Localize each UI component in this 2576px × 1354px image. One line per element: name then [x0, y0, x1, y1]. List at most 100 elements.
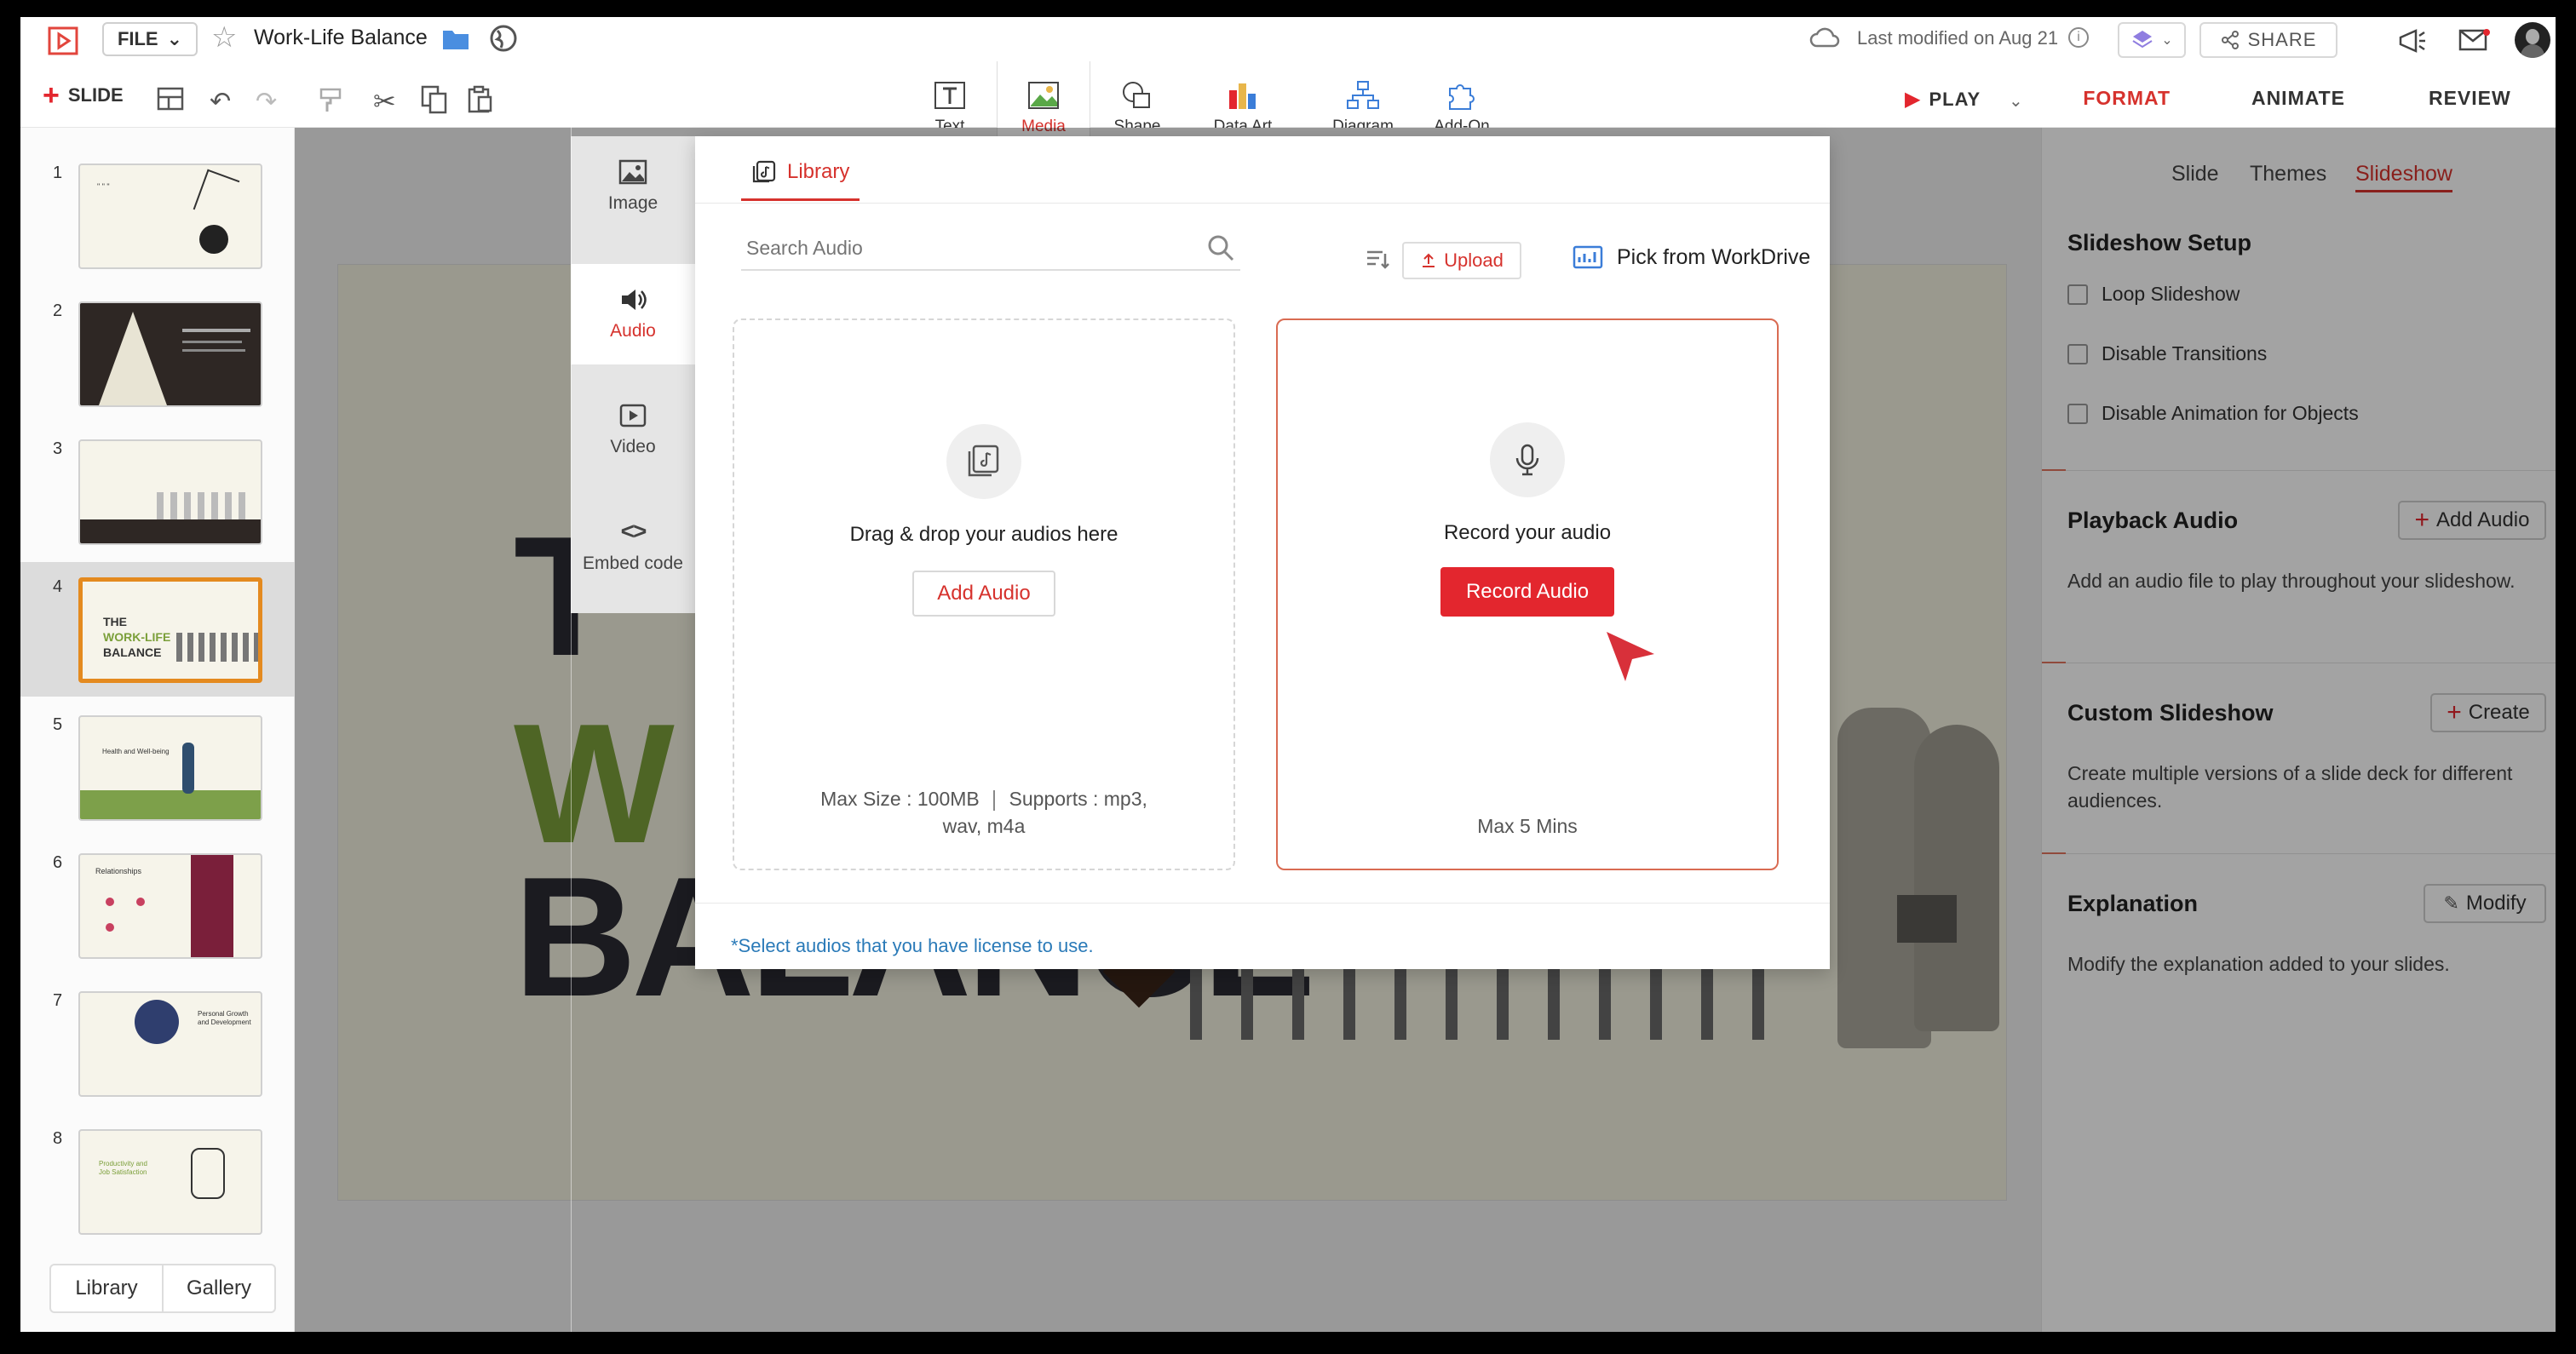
thumb-text: THE [103, 615, 127, 628]
slide-thumbnail-6[interactable]: Relationships [78, 853, 262, 959]
library-button[interactable]: Library [51, 1265, 164, 1311]
top-toolbar: FILE ⌄ ☆ Work-Life Balance Last modified… [20, 17, 2556, 152]
media-tab-label: Image [607, 193, 658, 213]
play-button[interactable]: ▶ PLAY [1905, 87, 1981, 112]
app-window: FILE ⌄ ☆ Work-Life Balance Last modified… [20, 17, 2556, 1332]
add-audio-button[interactable]: Add Audio [912, 571, 1055, 617]
globe-icon[interactable] [489, 24, 518, 57]
microphone-icon [1490, 422, 1565, 497]
library-gallery-toggle: Library Gallery [49, 1264, 276, 1313]
folder-icon[interactable] [441, 26, 470, 55]
record-audio-button[interactable]: Record Audio [1440, 567, 1614, 617]
slide-number: 4 [53, 577, 63, 596]
user-avatar[interactable] [2515, 22, 2550, 58]
media-tab-video[interactable]: Video [571, 380, 695, 480]
play-options-chevron-icon[interactable]: ⌄ [2009, 90, 2023, 112]
search-audio-box [741, 227, 1240, 271]
chevron-down-icon: ⌄ [166, 28, 183, 49]
image-icon [1028, 82, 1059, 109]
slide-number: 2 [53, 301, 63, 320]
chart-icon [1229, 83, 1256, 109]
dialog-divider [695, 203, 1830, 204]
pick-from-workdrive-button[interactable]: Pick from WorkDrive [1573, 244, 1810, 271]
library-tab[interactable]: Library [741, 145, 860, 201]
add-slide-button[interactable]: + SLIDE [43, 79, 124, 112]
layers-icon [2132, 31, 2153, 49]
info-icon[interactable]: i [2068, 27, 2089, 48]
media-tab-audio[interactable]: Audio [571, 264, 695, 364]
announcement-icon[interactable] [2397, 27, 2429, 59]
media-type-sidebar: Image Audio Video <> Embed code [571, 136, 695, 613]
mail-icon[interactable] [2458, 27, 2491, 57]
thumb-text: WORK-LIFE [103, 630, 171, 644]
copy-icon[interactable] [421, 85, 448, 118]
slide-number: 5 [53, 715, 63, 734]
document-title[interactable]: Work-Life Balance [254, 26, 428, 50]
slide-number: 7 [53, 991, 63, 1010]
cloud-icon [1809, 26, 1840, 54]
share-label: SHARE [2247, 29, 2317, 50]
thumb-text: BALANCE [103, 645, 162, 659]
redo-icon[interactable]: ↷ [256, 87, 277, 117]
supported-formats-text: Supports : mp3, [1009, 788, 1147, 810]
drag-drop-label: Drag & drop your audios here [849, 523, 1118, 546]
app-logo-icon[interactable] [46, 24, 80, 58]
upload-button[interactable]: Upload [1402, 242, 1521, 279]
modal-backdrop-left [295, 128, 571, 1332]
layers-dropdown[interactable]: ⌄ [2118, 22, 2186, 58]
image-icon [618, 159, 647, 185]
format-painter-icon[interactable] [319, 87, 344, 118]
undo-icon[interactable]: ↶ [210, 87, 231, 117]
slide-number: 1 [53, 164, 63, 182]
slide-number: 3 [53, 439, 63, 458]
upload-icon [1423, 253, 1435, 267]
sort-icon[interactable] [1365, 247, 1390, 275]
layout-icon[interactable] [157, 87, 184, 115]
slide-thumbnail-5[interactable]: Health and Well-being [78, 715, 262, 821]
upload-label: Upload [1444, 250, 1504, 271]
search-icon[interactable] [1206, 233, 1235, 262]
slide-thumbnail-7[interactable]: Personal Growth and Development [78, 991, 262, 1097]
search-audio-input[interactable] [746, 236, 1155, 260]
chevron-down-icon: ⌄ [2161, 33, 2173, 48]
last-modified-text: Last modified on Aug 21 [1857, 27, 2059, 49]
add-slide-label: SLIDE [67, 84, 124, 106]
media-tab-image[interactable]: Image [571, 136, 695, 237]
pick-label: Pick from WorkDrive [1617, 244, 1811, 269]
thumb-text: Health and Well-being [102, 748, 170, 755]
record-limit-text: Max 5 Mins [1477, 815, 1578, 837]
file-menu-label: FILE [117, 28, 158, 49]
insert-audio-dialog: Library Upload Pick from WorkDrive Drag … [695, 136, 1830, 969]
thumb-text: Productivity and Job Satisfaction [99, 1160, 147, 1176]
share-button[interactable]: SHARE [2199, 22, 2337, 58]
tab-review[interactable]: REVIEW [2384, 68, 2556, 128]
thumb-text: Relationships [95, 867, 142, 875]
tab-format[interactable]: FORMAT [2041, 68, 2212, 128]
file-menu-button[interactable]: FILE ⌄ [102, 22, 198, 56]
slide-thumbnail-panel: 1 " " " 2 3 4 THE WORK-LIFE BALANCE 5 He… [20, 128, 295, 1332]
right-panel-tabs: FORMAT ANIMATE REVIEW [2041, 68, 2556, 128]
slide-thumbnail-8[interactable]: Productivity and Job Satisfaction [78, 1129, 262, 1235]
star-icon[interactable]: ☆ [211, 20, 237, 55]
record-audio-card[interactable]: Record your audio Record Audio Max 5 Min… [1276, 318, 1779, 870]
paste-icon[interactable] [467, 85, 494, 118]
play-icon: ▶ [1905, 88, 1921, 111]
gallery-button[interactable]: Gallery [164, 1265, 274, 1311]
drag-drop-zone[interactable]: Drag & drop your audios here Add Audio M… [733, 318, 1235, 870]
slide-thumbnail-3[interactable] [78, 439, 262, 545]
tab-animate[interactable]: ANIMATE [2212, 68, 2383, 128]
slide-thumbnail-4[interactable]: THE WORK-LIFE BALANCE [78, 577, 262, 683]
share-icon [2221, 31, 2239, 49]
audio-file-icon [946, 424, 1021, 499]
shape-icon [1123, 82, 1150, 108]
media-tab-label: Audio [610, 321, 656, 341]
workdrive-icon [1573, 245, 1603, 269]
slide-number: 6 [53, 853, 63, 872]
media-tab-label: Embed code [583, 554, 683, 573]
media-tab-embed[interactable]: <> Embed code [571, 496, 695, 596]
cut-icon[interactable]: ✂ [373, 85, 396, 118]
slide-thumbnail-2[interactable] [78, 301, 262, 407]
plus-icon: + [43, 79, 60, 112]
max-size-text: Max Size : 100MB [820, 788, 980, 810]
slide-thumbnail-1[interactable]: " " " [78, 164, 262, 269]
